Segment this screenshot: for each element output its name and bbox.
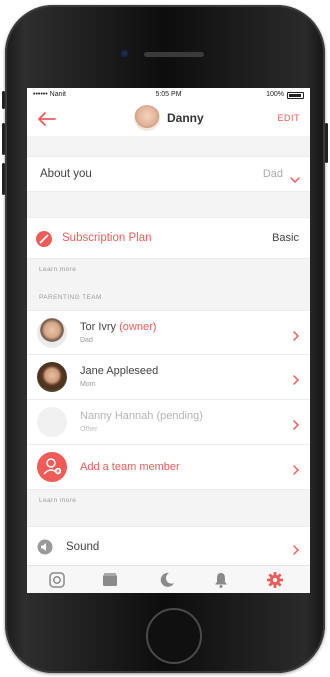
member-avatar <box>37 362 67 392</box>
member-name: Tor Ivry <box>80 321 117 333</box>
nav-bar: Danny EDIT <box>27 102 310 136</box>
add-team-member-row[interactable]: Add a team member <box>27 445 310 490</box>
tab-bar <box>27 565 310 593</box>
parenting-team-heading: PARENTING TEAM <box>39 294 102 301</box>
no-subscription-icon <box>35 230 53 253</box>
sound-label: Sound <box>66 541 100 553</box>
subscription-label: Subscription Plan <box>62 232 152 244</box>
volume-up-button <box>2 123 5 155</box>
member-avatar <box>37 407 67 437</box>
owner-badge: (owner) <box>119 321 157 333</box>
member-name: Nanny Hannah (pending) <box>80 410 203 422</box>
moon-icon[interactable] <box>158 571 176 589</box>
chevron-right-icon[interactable] <box>292 417 300 430</box>
bell-icon[interactable] <box>212 571 230 589</box>
camera-icon[interactable] <box>48 571 66 589</box>
team-learn-more-link[interactable]: Learn more <box>39 497 76 504</box>
sound-row[interactable]: Sound <box>27 526 310 566</box>
chevron-right-icon[interactable] <box>292 372 300 385</box>
baby-avatar <box>134 105 160 131</box>
chevron-right-icon[interactable] <box>292 542 300 555</box>
edit-button[interactable]: EDIT <box>277 113 300 123</box>
chevron-right-icon[interactable] <box>292 328 300 341</box>
gear-icon[interactable] <box>266 571 284 589</box>
power-button <box>325 123 328 163</box>
about-you-label: About you <box>40 168 92 180</box>
status-bar: •••••• Nanit 5:05 PM 100% <box>27 88 310 102</box>
volume-down-button <box>2 163 5 195</box>
subscription-value: Basic <box>272 232 299 244</box>
app-screen: •••••• Nanit 5:05 PM 100% Danny EDIT Abo… <box>27 88 310 593</box>
subscription-learn-more-link[interactable]: Learn more <box>39 266 76 273</box>
chevron-right-icon[interactable] <box>292 462 300 475</box>
speaker-icon <box>37 539 53 560</box>
member-name: Jane Appleseed <box>80 365 159 377</box>
battery-percent: 100% <box>266 91 284 98</box>
add-team-member-label: Add a team member <box>80 461 180 473</box>
member-avatar <box>37 318 67 348</box>
earpiece-speaker <box>144 52 204 57</box>
page-title: Danny <box>167 111 204 125</box>
subscription-row[interactable]: Subscription Plan Basic <box>27 217 310 259</box>
front-camera <box>120 49 129 58</box>
archive-icon[interactable] <box>101 571 119 589</box>
member-role: Other <box>80 426 98 433</box>
team-member-row[interactable]: Tor Ivry (owner) Dad <box>27 310 310 355</box>
back-arrow-icon[interactable] <box>35 110 57 128</box>
mute-switch <box>2 91 5 109</box>
home-button[interactable] <box>146 608 202 664</box>
team-member-row[interactable]: Jane Appleseed Mom <box>27 355 310 400</box>
battery-icon <box>287 92 304 99</box>
add-user-icon[interactable] <box>37 452 67 487</box>
team-member-row[interactable]: Nanny Hannah (pending) Other <box>27 400 310 445</box>
member-role: Mom <box>80 381 96 388</box>
member-role: Dad <box>80 337 93 344</box>
about-you-row[interactable]: About you Dad <box>27 156 310 192</box>
chevron-down-icon[interactable] <box>290 171 300 189</box>
about-you-value[interactable]: Dad <box>263 168 283 180</box>
